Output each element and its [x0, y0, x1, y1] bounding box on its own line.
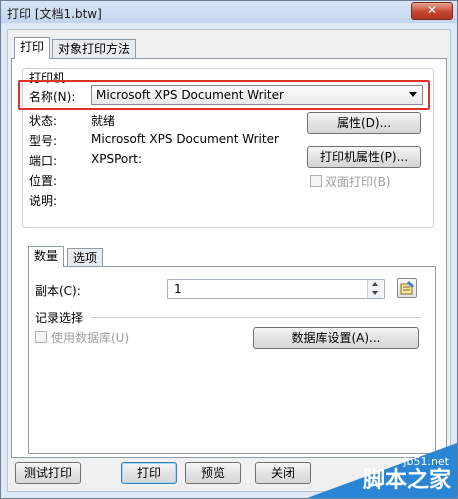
highlight-box: [18, 80, 430, 110]
test-print-button[interactable]: 测试打印: [15, 462, 81, 484]
type-value: Microsoft XPS Document Writer: [91, 132, 279, 146]
window-title: 打印 [文档1.btw]: [7, 7, 102, 21]
close-window-button[interactable]: ✕: [411, 2, 453, 20]
status-value: 就绪: [91, 114, 116, 128]
tab-object-print-method[interactable]: 对象打印方法: [52, 39, 137, 59]
properties-button[interactable]: 属性(D)...: [307, 112, 421, 134]
use-database-checkbox[interactable]: [35, 331, 47, 343]
quantity-tab-panel: 副本(C): 1 记录选择 使用数据库(U) 数据库设置(A)...: [28, 266, 436, 454]
use-database-label: 使用数据库(U): [51, 331, 130, 345]
type-label: 型号:: [29, 134, 58, 148]
port-value: XPSPort:: [91, 152, 142, 166]
close-button[interactable]: 关闭: [255, 462, 311, 484]
printer-properties-button[interactable]: 打印机属性(P)...: [307, 146, 421, 168]
database-settings-button[interactable]: 数据库设置(A)...: [253, 327, 419, 349]
record-selection-label: 记录选择: [35, 311, 84, 325]
comment-label: 说明:: [29, 194, 58, 208]
copies-value: 1: [174, 282, 182, 296]
copies-options-button[interactable]: [397, 278, 417, 298]
record-selection-divider: [91, 317, 421, 318]
print-tab-panel: 打印机 名称(N): Microsoft XPS Document Writer…: [11, 58, 447, 458]
port-label: 端口:: [29, 154, 58, 168]
arrow-up-icon: [372, 282, 378, 286]
print-button[interactable]: 打印: [121, 462, 177, 484]
watermark-brand: 脚本之家: [362, 468, 451, 493]
arrow-down-icon: [372, 291, 378, 295]
location-label: 位置:: [29, 174, 58, 188]
edit-icon: [400, 281, 414, 295]
copies-spin-buttons: [367, 280, 384, 298]
status-label: 状态:: [29, 114, 58, 128]
copies-stepper[interactable]: 1: [167, 279, 385, 299]
tab-print[interactable]: 打印: [14, 37, 51, 59]
copies-label: 副本(C):: [35, 284, 81, 298]
dialog-body: 打印 对象打印方法 打印机 名称(N): Microsoft XPS Docum…: [7, 29, 451, 492]
title-bar[interactable]: 打印 [文档1.btw] ✕: [1, 1, 457, 23]
tab-quantity[interactable]: 数量: [28, 246, 65, 267]
spin-down-button[interactable]: [368, 289, 383, 298]
print-dialog: 打印 [文档1.btw] ✕ 打印 对象打印方法 打印机 名称(N): Micr…: [0, 0, 458, 499]
duplex-label: 双面打印(B): [325, 175, 391, 189]
duplex-checkbox[interactable]: [310, 175, 322, 187]
tab-options[interactable]: 选项: [67, 248, 104, 268]
preview-button[interactable]: 预览: [185, 462, 241, 484]
